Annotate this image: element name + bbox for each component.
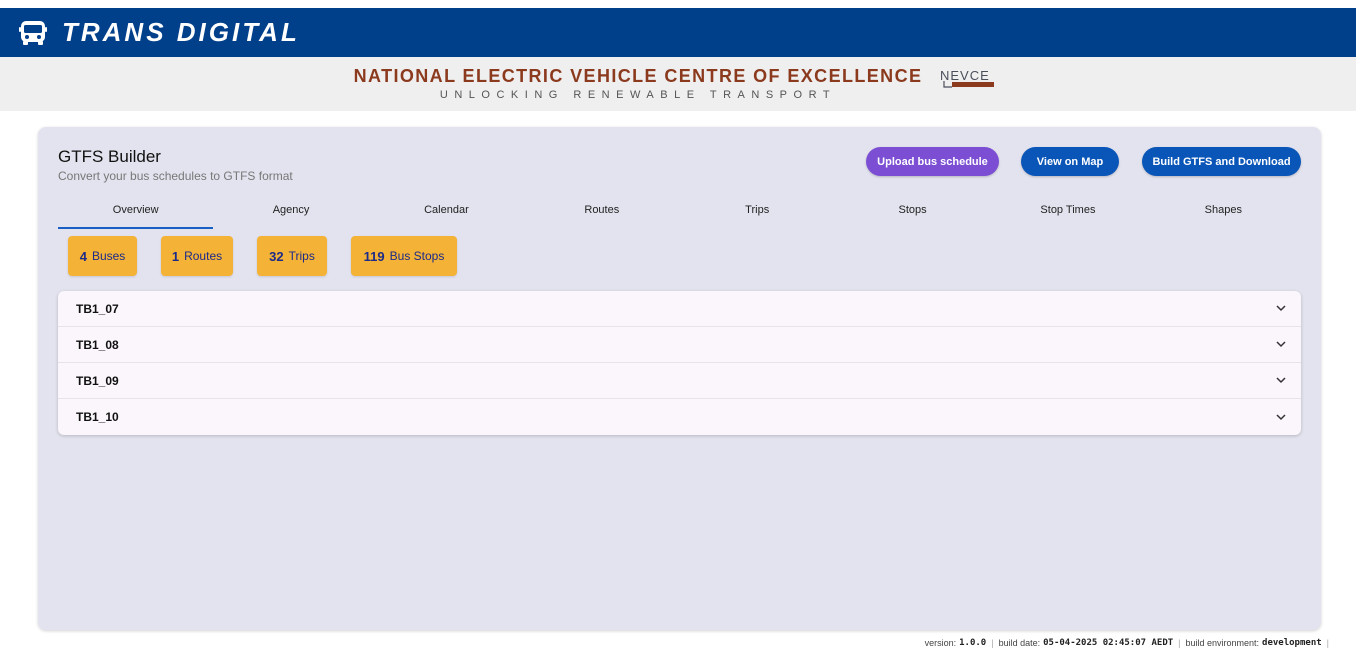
chevron-down-icon[interactable] xyxy=(1275,339,1287,351)
bus-accordion-item[interactable]: TB1_08 xyxy=(58,327,1301,363)
separator: | xyxy=(1326,638,1329,648)
app-title: TRANS DIGITAL xyxy=(62,17,300,47)
chevron-down-icon[interactable] xyxy=(1275,303,1287,315)
chevron-down-icon[interactable] xyxy=(1275,375,1287,387)
banner-subtitle: UNLOCKING RENEWABLE TRANSPORT xyxy=(439,89,837,101)
stat-trips: 32 Trips xyxy=(257,236,327,276)
tab-bar: Overview Agency Calendar Routes Trips St… xyxy=(58,199,1301,229)
organization-banner: NATIONAL ELECTRIC VEHICLE CENTRE OF EXCE… xyxy=(0,57,1356,111)
build-date-value: 05-04-2025 02:45:07 AEDT xyxy=(1043,638,1174,648)
stat-bus-stops: 119 Bus Stops xyxy=(351,236,457,276)
bus-id-label: TB1_09 xyxy=(76,373,119,388)
stat-label: Trips xyxy=(288,249,315,263)
version-label: version: xyxy=(924,638,957,648)
build-env-value: development xyxy=(1262,638,1322,648)
summary-stats: 4 Buses 1 Routes 32 Trips 119 Bus Stops xyxy=(68,236,481,276)
panel-title: GTFS Builder xyxy=(58,147,161,166)
build-env-label: build environment: xyxy=(1185,638,1260,648)
stat-label: Bus Stops xyxy=(389,249,445,263)
tab-stop-times[interactable]: Stop Times xyxy=(990,199,1145,229)
tab-shapes[interactable]: Shapes xyxy=(1146,199,1301,229)
top-gap xyxy=(0,0,1356,8)
upload-bus-schedule-button[interactable]: Upload bus schedule xyxy=(866,147,999,176)
stat-value: 1 xyxy=(171,248,180,264)
app-bar: TRANS DIGITAL xyxy=(0,8,1356,57)
gtfs-builder-panel: GTFS Builder Convert your bus schedules … xyxy=(38,127,1321,630)
tab-agency[interactable]: Agency xyxy=(213,199,368,229)
bus-accordion-item[interactable]: TB1_10 xyxy=(58,399,1301,435)
separator: | xyxy=(991,638,994,648)
bus-accordion-item[interactable]: TB1_09 xyxy=(58,363,1301,399)
stat-routes: 1 Routes xyxy=(161,236,233,276)
bus-accordion-item[interactable]: TB1_07 xyxy=(58,291,1301,327)
bus-accordion: TB1_07 TB1_08 TB1_09 TB1_10 xyxy=(58,291,1301,435)
tab-routes[interactable]: Routes xyxy=(524,199,679,229)
bus-id-label: TB1_07 xyxy=(76,301,119,316)
build-info-footer: version: 1.0.0 | build date: 05-04-2025 … xyxy=(925,638,1334,648)
svg-text:NEVCE: NEVCE xyxy=(940,68,990,83)
bus-id-label: TB1_08 xyxy=(76,337,119,352)
bus-icon xyxy=(18,18,48,48)
panel-subtitle: Convert your bus schedules to GTFS forma… xyxy=(58,169,293,183)
bus-id-label: TB1_10 xyxy=(76,410,119,424)
stat-value: 119 xyxy=(363,248,385,264)
banner-title: NATIONAL ELECTRIC VEHICLE CENTRE OF EXCE… xyxy=(353,66,923,86)
build-date-label: build date: xyxy=(998,638,1041,648)
view-on-map-button[interactable]: View on Map xyxy=(1021,147,1119,176)
separator: | xyxy=(1178,638,1181,648)
stat-buses: 4 Buses xyxy=(68,236,137,276)
stat-value: 4 xyxy=(79,248,87,264)
build-gtfs-download-button[interactable]: Build GTFS and Download xyxy=(1142,147,1301,176)
chevron-down-icon[interactable] xyxy=(1275,411,1287,423)
tab-calendar[interactable]: Calendar xyxy=(369,199,524,229)
stat-label: Buses xyxy=(91,249,126,263)
version-value: 1.0.0 xyxy=(959,638,987,648)
stat-label: Routes xyxy=(184,249,223,263)
nevce-logo: NEVCE xyxy=(940,68,995,88)
tab-trips[interactable]: Trips xyxy=(680,199,835,229)
stat-value: 32 xyxy=(269,248,284,264)
tab-stops[interactable]: Stops xyxy=(835,199,990,229)
tab-overview[interactable]: Overview xyxy=(58,199,214,229)
